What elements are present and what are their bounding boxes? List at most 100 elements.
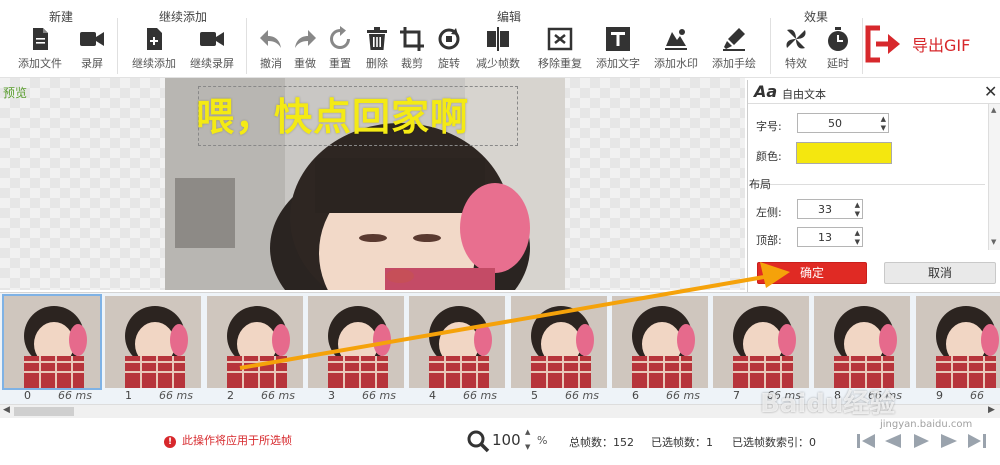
play-icon[interactable]: [910, 431, 932, 451]
increase-arrow-icon[interactable]: ▲: [881, 115, 886, 123]
reduce-frames-button[interactable]: 减少帧数: [470, 26, 526, 72]
scroll-up-icon[interactable]: ▲: [991, 106, 996, 114]
add-text-button[interactable]: 添加文字: [590, 26, 646, 72]
video-camera-icon: [80, 32, 104, 46]
last-frame-icon[interactable]: [966, 431, 988, 451]
frame-delay: 66 ms: [159, 389, 193, 402]
scroll-down-icon[interactable]: ▼: [991, 238, 996, 246]
zoom-down-icon[interactable]: ▼: [525, 443, 530, 451]
continue-record-button[interactable]: 继续录屏: [184, 26, 240, 72]
decrease-arrow-icon[interactable]: ▼: [855, 238, 860, 246]
total-frames: 总帧数：152: [569, 436, 634, 449]
color-picker-swatch[interactable]: [796, 142, 892, 164]
baidu-watermark: Baidu经验: [760, 389, 896, 419]
decrease-arrow-icon[interactable]: ▼: [881, 124, 886, 132]
frame-thumbnail[interactable]: [713, 296, 809, 388]
pinwheel-icon: [786, 29, 806, 49]
remove-duplicate-button[interactable]: 移除重复: [532, 26, 588, 72]
add-watermark-button[interactable]: 添加水印: [648, 26, 704, 72]
frame-thumbnail[interactable]: [308, 296, 404, 388]
export-gif-label: 导出GIF: [912, 36, 971, 55]
layout-section-label: 布局: [749, 178, 771, 191]
frame-thumbnail[interactable]: [105, 296, 201, 388]
preview-overlay-text[interactable]: 喂，快点回家啊: [196, 86, 469, 141]
frame-index: 7: [733, 389, 740, 402]
scroll-left-icon[interactable]: ◀: [3, 405, 10, 415]
record-button[interactable]: 录屏: [64, 26, 120, 72]
frame-index: 2: [227, 389, 234, 402]
add-draw-button[interactable]: 添加手绘: [706, 26, 762, 72]
font-size-value: 50: [828, 117, 842, 130]
info-icon: !: [164, 436, 176, 448]
confirm-button[interactable]: 确定: [757, 262, 867, 284]
file-icon: [33, 28, 48, 50]
frame-thumbnail[interactable]: [2, 294, 102, 390]
frame-delay: 66 ms: [261, 389, 295, 402]
add-file-button[interactable]: 添加文件: [12, 26, 68, 72]
text-icon: [606, 27, 630, 51]
previous-frame-icon[interactable]: [882, 431, 904, 451]
first-frame-icon[interactable]: [855, 431, 877, 451]
magnifier-icon[interactable]: [466, 429, 490, 453]
panel-title: 自由文本: [782, 88, 826, 101]
zoom-value[interactable]: 100: [492, 431, 521, 449]
frame-thumbnail[interactable]: [511, 296, 607, 388]
group-title-effects: 效果: [803, 10, 828, 24]
gif-editor-window: 新建 继续添加 编辑 效果 添加文件 录屏 继续添加 继续录屏 撤消 重做 重置…: [0, 0, 1000, 465]
delay-button[interactable]: 延时: [810, 26, 866, 72]
zoom-up-icon[interactable]: ▲: [525, 428, 530, 436]
toolbar: 新建 继续添加 编辑 效果 添加文件 录屏 继续添加 继续录屏 撤消 重做 重置…: [0, 0, 1000, 78]
frame-thumbnail[interactable]: [916, 296, 1000, 388]
free-text-panel: Aa 自由文本 ✕: [747, 80, 1000, 292]
rotate-button[interactable]: 旋转: [421, 26, 477, 72]
group-title-new: 新建: [48, 10, 73, 24]
add-draw-label: 添加手绘: [712, 57, 756, 70]
frame-index: 5: [531, 389, 538, 402]
continue-add-button[interactable]: 继续添加: [126, 26, 182, 72]
next-frame-icon[interactable]: [938, 431, 960, 451]
frame-thumbnail[interactable]: [207, 296, 303, 388]
scrollbar-thumb[interactable]: [14, 407, 74, 416]
top-offset-stepper[interactable]: 13 ▲ ▼: [797, 227, 863, 247]
left-offset-label: 左侧:: [756, 206, 782, 219]
decrease-arrow-icon[interactable]: ▼: [855, 210, 860, 218]
panel-divider: [749, 184, 985, 185]
group-title-continue: 继续添加: [158, 10, 207, 24]
frame-index: 9: [936, 389, 943, 402]
delay-label: 延时: [827, 57, 849, 70]
close-icon[interactable]: ✕: [984, 82, 997, 101]
increase-arrow-icon[interactable]: ▲: [855, 201, 860, 209]
export-gif-button[interactable]: 导出GIF: [864, 24, 994, 64]
add-text-label: 添加文字: [596, 57, 640, 70]
apply-warning: ! 此操作将应用于所选帧: [164, 432, 292, 448]
stopwatch-icon: [828, 27, 848, 51]
video-camera-icon: [200, 32, 224, 46]
frame-index: 6: [632, 389, 639, 402]
frame-thumbnail[interactable]: [814, 296, 910, 388]
scroll-right-icon[interactable]: ▶: [988, 405, 995, 415]
frame-index: 4: [429, 389, 436, 402]
apply-warning-text: 此操作将应用于所选帧: [182, 434, 292, 447]
reduce-frames-label: 减少帧数: [476, 57, 520, 70]
image-icon: [665, 29, 687, 50]
left-offset-value: 33: [818, 203, 832, 216]
frame-thumbnail[interactable]: [612, 296, 708, 388]
cancel-button[interactable]: 取消: [884, 262, 996, 284]
baidu-watermark-url: jingyan.baidu.com: [880, 419, 973, 430]
increase-arrow-icon[interactable]: ▲: [855, 229, 860, 237]
add-file-label: 添加文件: [18, 57, 62, 70]
frame-delay: 66 ms: [463, 389, 497, 402]
panel-header: Aa 自由文本 ✕: [748, 80, 1000, 104]
add-watermark-label: 添加水印: [654, 57, 698, 70]
color-label: 颜色:: [756, 150, 782, 163]
left-offset-stepper[interactable]: 33 ▲ ▼: [797, 199, 863, 219]
group-title-edit: 编辑: [496, 10, 521, 24]
panel-scrollbar[interactable]: ▲ ▼: [988, 104, 1000, 250]
selected-frames: 已选帧数：1: [651, 436, 713, 449]
frame-index: 3: [328, 389, 335, 402]
font-size-stepper[interactable]: 50 ▲ ▼: [797, 113, 889, 133]
add-file-icon: [147, 28, 162, 50]
frame-thumbnail[interactable]: [409, 296, 505, 388]
frame-index: 1: [125, 389, 132, 402]
frame-delay: 66 ms: [58, 389, 92, 402]
